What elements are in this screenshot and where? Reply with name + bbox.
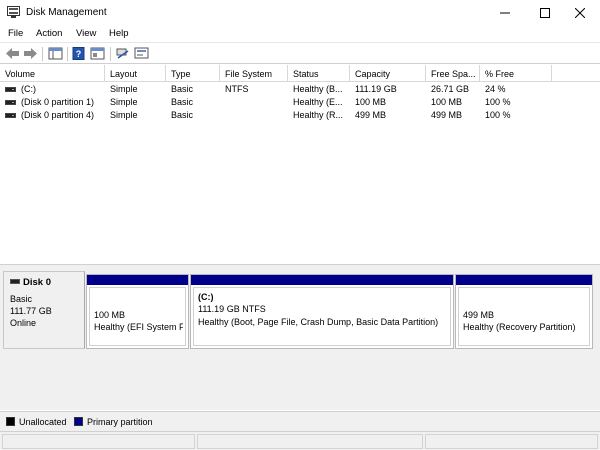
disk-name: Disk 0 [23,277,51,288]
partition-size: 100 MB [94,310,126,320]
cell-percent-free: 100 % [485,97,511,107]
minimize-button[interactable] [485,0,525,25]
partition-type-bar [87,275,188,285]
svg-text:?: ? [76,49,82,59]
close-icon [575,7,585,18]
partition-label: (C:) [198,292,214,302]
disk-icon [10,279,20,284]
disk-size: 111.77 GB [10,306,52,316]
menu-bar: File Action View Help [0,25,600,42]
menu-help[interactable]: Help [109,28,129,39]
cell-free-space: 499 MB [431,110,463,120]
volume-list: Volume Layout Type File System Status Ca… [0,65,600,265]
cell-type: Basic [171,110,194,120]
partition-efi[interactable]: 100 MB Healthy (EFI System P [86,274,189,349]
cell-free-space: 100 MB [431,97,463,107]
column-header-filler [552,65,600,82]
disk-info-panel[interactable]: Disk 0 Basic 111.77 GB Online [3,271,85,349]
cell-volume: (C:) [21,84,36,94]
cell-layout: Simple [110,97,138,107]
legend-label-unallocated: Unallocated [19,417,67,427]
column-header-type[interactable]: Type [166,65,220,82]
cell-volume: (Disk 0 partition 4) [21,110,95,120]
volume-icon [5,87,16,92]
cell-percent-free: 100 % [485,110,511,120]
legend: Unallocated Primary partition [0,411,600,431]
partition-recovery[interactable]: 499 MB Healthy (Recovery Partition) [455,274,593,349]
cell-capacity: 100 MB [355,97,387,107]
table-row[interactable]: (Disk 0 partition 1) Simple Basic Health… [0,97,600,110]
column-header-status[interactable]: Status [288,65,350,82]
back-arrow-icon[interactable] [5,47,20,60]
status-segment [2,434,195,449]
volume-icon [5,100,16,105]
partition-c[interactable]: (C:) 111.19 GB NTFS Healthy (Boot, Page … [190,274,454,349]
connect-icon[interactable] [115,47,130,60]
disk-state: Online [10,318,37,328]
column-header-layout[interactable]: Layout [105,65,166,82]
table-row[interactable]: (Disk 0 partition 4) Simple Basic Health… [0,110,600,123]
partition-status: Healthy (Boot, Page File, Crash Dump, Ba… [198,317,439,327]
volume-icon [5,113,16,118]
window-title: Disk Management [26,7,107,18]
column-header-volume[interactable]: Volume [0,65,105,82]
toolbar: ? [0,42,600,64]
partition-size: 499 MB [463,310,495,320]
partition-status: Healthy (Recovery Partition) [463,322,576,332]
cell-capacity: 499 MB [355,110,387,120]
partition-type-bar [191,275,453,285]
partition-type-bar [456,275,592,285]
toolbar-separator [67,47,68,61]
column-header-free-space[interactable]: Free Spa... [426,65,480,82]
toolbar-separator [42,47,43,61]
column-header-file-system[interactable]: File System [220,65,288,82]
table-row[interactable]: (C:) Simple Basic NTFS Healthy (B... 111… [0,84,600,97]
status-bar [0,431,600,450]
forward-arrow-icon[interactable] [23,47,38,60]
status-segment [197,434,423,449]
properties-icon[interactable] [90,47,105,60]
console-icon[interactable] [134,47,149,60]
cell-status: Healthy (B... [293,84,343,94]
column-header-percent-free[interactable]: % Free [480,65,552,82]
partition-body: (C:) 111.19 GB NTFS Healthy (Boot, Page … [193,287,451,346]
cell-free-space: 26.71 GB [431,84,470,94]
disk-management-app-icon [7,6,20,18]
legend-swatch-unallocated [6,417,15,426]
help-icon[interactable]: ? [72,47,87,60]
minimize-icon [500,12,510,13]
partition-status: Healthy (EFI System P [94,322,183,332]
legend-label-primary: Primary partition [87,417,153,427]
menu-view[interactable]: View [76,28,96,39]
cell-capacity: 111.19 GB [355,84,397,94]
column-header-capacity[interactable]: Capacity [350,65,426,82]
partition-body: 100 MB Healthy (EFI System P [89,287,186,346]
menu-action[interactable]: Action [36,28,62,39]
toolbar-separator [110,47,111,61]
legend-swatch-primary [74,417,83,426]
cell-type: Basic [171,97,194,107]
cell-volume: (Disk 0 partition 1) [21,97,95,107]
cell-status: Healthy (E... [293,97,343,107]
menu-file[interactable]: File [8,28,23,39]
cell-status: Healthy (R... [293,110,344,120]
disk-type: Basic [10,294,33,304]
cell-file-system: NTFS [225,84,249,94]
cell-percent-free: 24 % [485,84,506,94]
cell-layout: Simple [110,110,138,120]
partition-size: 111.19 GB NTFS [198,304,266,314]
partition-body: 499 MB Healthy (Recovery Partition) [458,287,590,346]
show-pane-icon[interactable] [48,47,63,60]
close-button[interactable] [560,0,600,25]
cell-layout: Simple [110,84,138,94]
title-bar: Disk Management [0,0,600,25]
status-segment [425,434,598,449]
disk-graphical-view: Disk 0 Basic 111.77 GB Online 100 MB Hea… [0,269,600,410]
cell-type: Basic [171,84,194,94]
maximize-button[interactable] [525,0,565,25]
maximize-icon [540,7,550,18]
